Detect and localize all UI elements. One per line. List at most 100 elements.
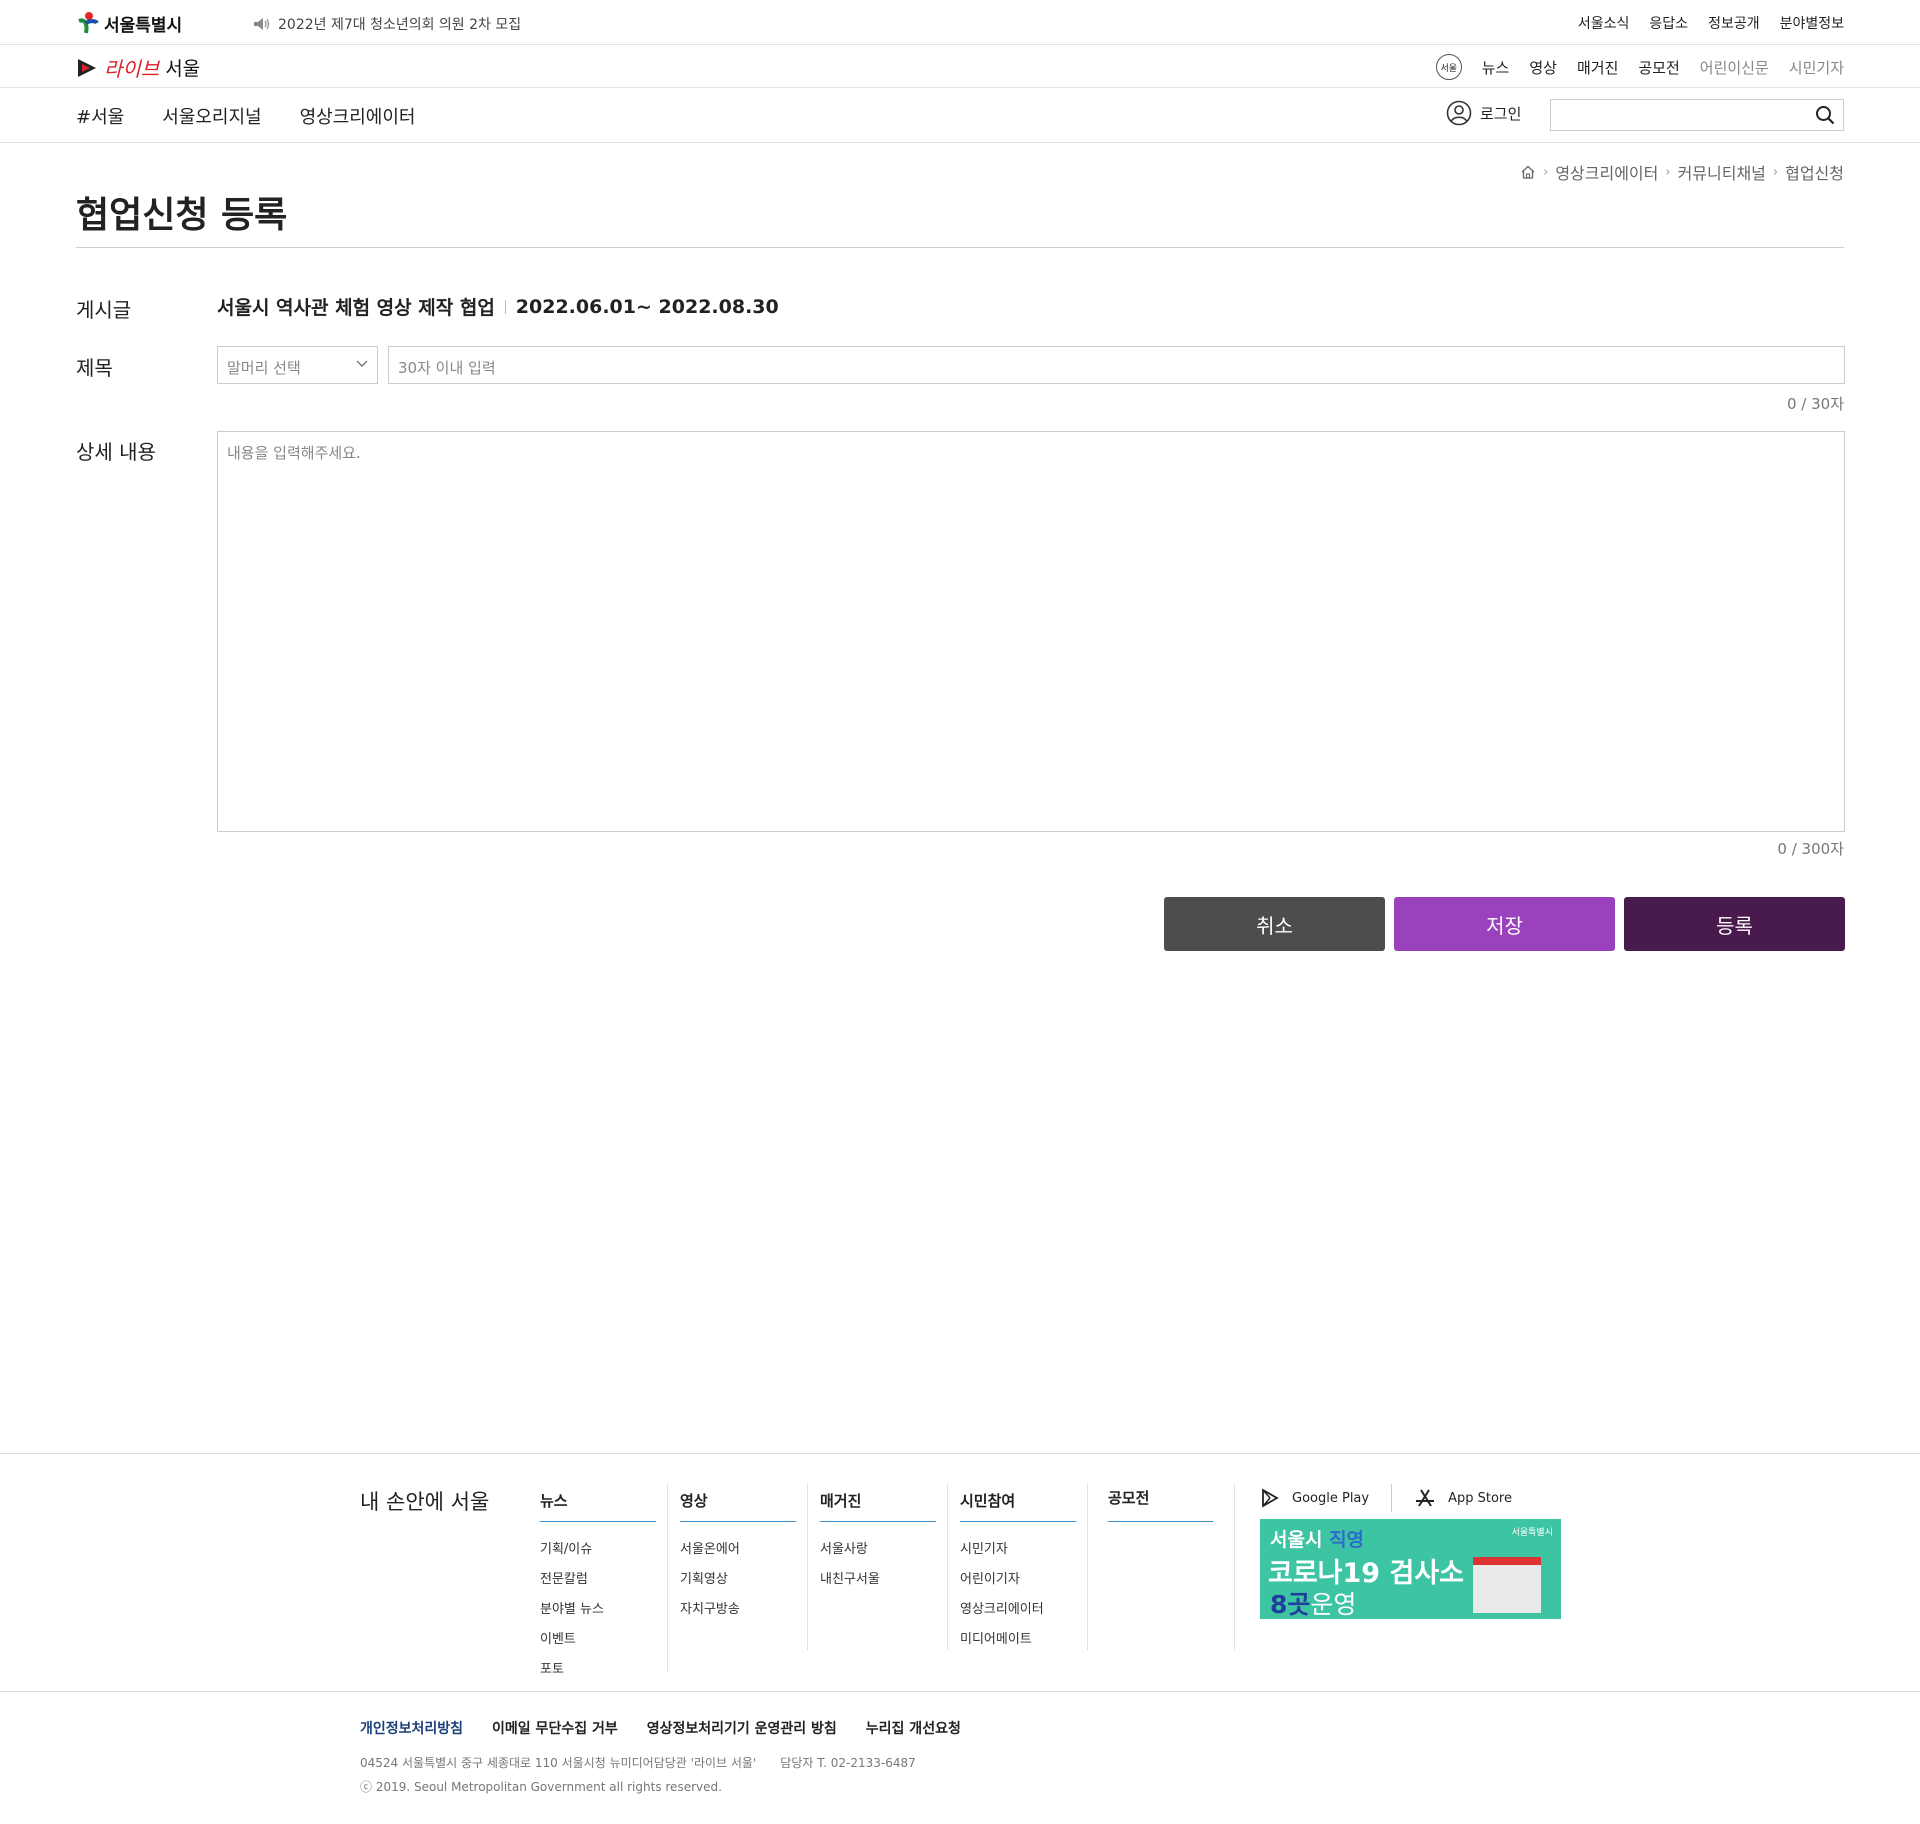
- menu-seoul-original[interactable]: 서울오리지널: [162, 103, 261, 129]
- brand-nav-magazine[interactable]: 매거진: [1577, 57, 1618, 78]
- footer-col-divider: [1087, 1484, 1088, 1650]
- footer-link[interactable]: 영상크리에이터: [960, 1598, 1076, 1617]
- live-seoul-logo[interactable]: 라이브 서울: [76, 53, 200, 82]
- notice-ticker[interactable]: 2022년 제7대 청소년의회 의원 2차 모집: [254, 14, 521, 34]
- content-textarea[interactable]: 내용을 입력해주세요.: [217, 431, 1845, 832]
- brand-nav-kids-news[interactable]: 어린이신문: [1700, 57, 1769, 78]
- footer-address: 04524 서울특별시 중구 세종대로 110 서울시청 뉴미디어담당관 '라이…: [360, 1754, 916, 1771]
- search-input[interactable]: [1550, 99, 1844, 131]
- cctv-policy-link[interactable]: 영상정보처리기기 운영관리 방침: [647, 1718, 837, 1738]
- menu-video-creator[interactable]: 영상크리에이터: [300, 103, 416, 129]
- top-link-info[interactable]: 정보공개: [1708, 13, 1760, 33]
- footer-link[interactable]: 서울사랑: [820, 1538, 936, 1557]
- post-info: 서울시 역사관 체험 영상 제작 협업 2022.06.01~ 2022.08.…: [217, 293, 779, 320]
- google-play-icon: [1262, 1488, 1279, 1508]
- seoul-logo-text: 서울특별시: [104, 15, 183, 36]
- home-icon[interactable]: [1520, 164, 1536, 180]
- privacy-policy-link[interactable]: 개인정보처리방침: [360, 1718, 463, 1738]
- footer-col-heading[interactable]: 매거진: [820, 1490, 936, 1522]
- footer-col-video: 영상 서울온에어 기획영상 자치구방송: [680, 1490, 796, 1617]
- user-icon: [1446, 100, 1472, 126]
- brand-nav: 서울 뉴스 영상 매거진 공모전 어린이신문 시민기자: [1435, 54, 1844, 80]
- banner-line1a: 서울시: [1270, 1529, 1330, 1551]
- footer-link[interactable]: 어린이기자: [960, 1568, 1076, 1587]
- prefix-select[interactable]: 말머리 선택: [217, 346, 378, 384]
- footer-slogan: 내 손안에 서울: [360, 1490, 490, 1514]
- content-placeholder: 내용을 입력해주세요.: [227, 444, 361, 462]
- brand-nav-news[interactable]: 뉴스: [1482, 57, 1510, 78]
- footer-col-heading[interactable]: 뉴스: [540, 1490, 656, 1522]
- cancel-button[interactable]: 취소: [1164, 897, 1385, 951]
- submit-button[interactable]: 등록: [1624, 897, 1845, 951]
- login-label: 로그인: [1480, 104, 1522, 123]
- footer-link[interactable]: 미디어메이트: [960, 1628, 1076, 1647]
- footer-link[interactable]: 서울온에어: [680, 1538, 796, 1557]
- top-link-field-info[interactable]: 분야별정보: [1780, 13, 1844, 33]
- brand-nav-video[interactable]: 영상: [1529, 57, 1557, 78]
- footer-link[interactable]: 내친구서울: [820, 1568, 936, 1587]
- footer-link[interactable]: 시민기자: [960, 1538, 1076, 1557]
- store-divider: [1391, 1484, 1393, 1512]
- brand-nav-citizen-reporter[interactable]: 시민기자: [1789, 57, 1844, 78]
- app-store-links: Google Play App Store: [1260, 1484, 1512, 1512]
- login-button[interactable]: 로그인: [1446, 100, 1521, 126]
- seoul-wordmark: 서울: [165, 58, 201, 80]
- footer-col-heading[interactable]: 시민참여: [960, 1490, 1076, 1522]
- search-icon[interactable]: [1815, 105, 1835, 125]
- menu-seoul[interactable]: #서울: [76, 103, 124, 129]
- speaker-icon: [254, 18, 270, 30]
- seoul-badge-text: 서울: [1440, 63, 1458, 74]
- app-store-icon: [1416, 1489, 1435, 1507]
- improvement-request-link[interactable]: 누리집 개선요청: [866, 1718, 961, 1738]
- footer-col-heading[interactable]: 영상: [680, 1490, 796, 1522]
- footer-link[interactable]: 기획영상: [680, 1568, 796, 1587]
- footer-col-divider: [1234, 1484, 1235, 1650]
- chevron-right-icon: ›: [1543, 164, 1549, 180]
- brand-bar: 라이브 서울 서울 뉴스 영상 매거진 공모전 어린이신문 시민기자: [0, 45, 1920, 88]
- footer-link[interactable]: 전문칼럼: [540, 1568, 656, 1587]
- footer-link[interactable]: 포토: [540, 1658, 656, 1677]
- brand-nav-contest[interactable]: 공모전: [1638, 57, 1679, 78]
- footer-col-magazine: 매거진 서울사랑 내친구서울: [820, 1490, 936, 1587]
- top-utility-bar: 서울특별시 2022년 제7대 청소년의회 의원 2차 모집 서울소식 응답소 …: [0, 0, 1920, 45]
- subject-label: 제목: [76, 356, 113, 380]
- title-placeholder: 30자 이내 입력: [398, 359, 496, 377]
- footer-link[interactable]: 분야별 뉴스: [540, 1598, 656, 1617]
- chevron-down-icon: [356, 360, 368, 367]
- post-label: 게시글: [76, 298, 132, 322]
- top-links: 서울소식 응답소 정보공개 분야별정보: [1578, 13, 1844, 33]
- google-play-link[interactable]: Google Play: [1292, 1491, 1369, 1506]
- app-store-link[interactable]: App Store: [1448, 1491, 1512, 1506]
- main-nav: #서울 서울오리지널 영상크리에이터 로그인: [0, 88, 1920, 143]
- contact-text: 담당자 T. 02-2133-6487: [780, 1756, 916, 1770]
- policy-links: 개인정보처리방침 이메일 무단수집 거부 영상정보처리기기 운영관리 방침 누리…: [360, 1718, 961, 1738]
- footer-link[interactable]: 기획/이슈: [540, 1538, 656, 1557]
- banner-line3: 8곳운영: [1270, 1585, 1356, 1619]
- footer-col-contest: 공모전: [1108, 1487, 1213, 1522]
- test-booth-illustration: [1473, 1557, 1541, 1613]
- seoul-city-logo[interactable]: 서울특별시: [76, 10, 182, 36]
- footer-link[interactable]: 이벤트: [540, 1628, 656, 1647]
- breadcrumb-item-video-creator[interactable]: 영상크리에이터: [1555, 160, 1658, 184]
- top-link-response[interactable]: 응답소: [1649, 13, 1688, 33]
- footer-divider: [0, 1453, 1920, 1454]
- breadcrumb-item-collab[interactable]: 협업신청: [1785, 160, 1844, 184]
- footer-col-news: 뉴스 기획/이슈 전문칼럼 분야별 뉴스 이벤트 포토: [540, 1490, 656, 1677]
- breadcrumb: › 영상크리에이터 › 커뮤니티채널 › 협업신청: [1520, 160, 1844, 184]
- email-refusal-link[interactable]: 이메일 무단수집 거부: [492, 1718, 618, 1738]
- footer-col-heading[interactable]: 공모전: [1108, 1487, 1213, 1522]
- save-button[interactable]: 저장: [1394, 897, 1615, 951]
- copyright: ⓒ 2019. Seoul Metropolitan Government al…: [360, 1780, 722, 1794]
- title-field[interactable]: 30자 이내 입력: [388, 346, 1845, 384]
- page-title: 협업신청 등록: [76, 195, 288, 236]
- breadcrumb-item-community[interactable]: 커뮤니티채널: [1678, 160, 1766, 184]
- top-link-news[interactable]: 서울소식: [1578, 13, 1630, 33]
- live-wordmark: 라이브: [104, 57, 160, 81]
- footer-link[interactable]: 자치구방송: [680, 1598, 796, 1617]
- chevron-right-icon: ›: [1665, 164, 1671, 180]
- seoul-badge-icon[interactable]: 서울: [1435, 54, 1462, 80]
- seoul-symbol-icon: [78, 12, 99, 34]
- covid-test-banner[interactable]: 서울특별시 서울시 직영 코로나19 검사소 8곳운영: [1260, 1519, 1561, 1619]
- play-icon: [78, 58, 96, 77]
- notice-text: 2022년 제7대 청소년의회 의원 2차 모집: [278, 17, 522, 33]
